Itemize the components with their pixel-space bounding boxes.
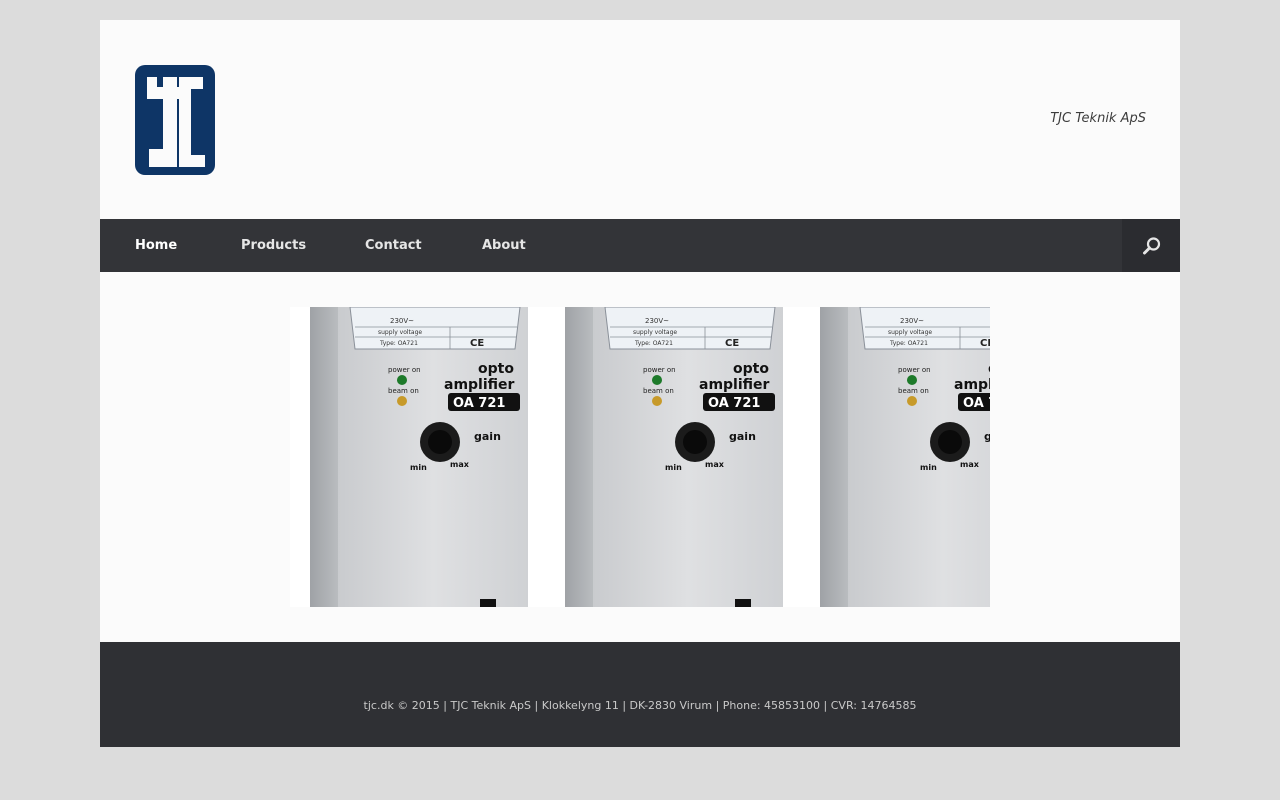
svg-text:gain: gain — [474, 430, 501, 443]
nav-item-contact[interactable]: Contact — [365, 219, 422, 272]
hero-image: 230V~ supply voltage Type: OA721 CE powe… — [290, 307, 990, 607]
site-header: TJC Teknik ApS — [100, 20, 1180, 219]
svg-text:max: max — [705, 460, 725, 469]
svg-text:CE: CE — [470, 338, 484, 349]
footer-info: tjc.dk © 2015 | TJC Teknik ApS | Klokkel… — [363, 699, 917, 712]
product-module-image: 230V~ supply voltage Type: OA721 CE powe… — [310, 307, 550, 607]
svg-text:supply voltage: supply voltage — [888, 329, 932, 336]
search-button[interactable] — [1122, 219, 1180, 272]
svg-text:max: max — [450, 460, 470, 469]
svg-text:beam on: beam on — [643, 387, 674, 395]
nav-item-home[interactable]: Home — [135, 219, 177, 272]
svg-text:opto: opto — [478, 361, 514, 377]
nav-item-about[interactable]: About — [482, 219, 526, 272]
svg-text:OA 721: OA 721 — [708, 396, 760, 411]
svg-text:beam on: beam on — [388, 387, 419, 395]
svg-text:power on: power on — [898, 366, 931, 374]
svg-text:min: min — [920, 463, 937, 472]
svg-text:min: min — [410, 463, 427, 472]
svg-text:beam on: beam on — [898, 387, 929, 395]
svg-text:Type: OA721: Type: OA721 — [634, 340, 673, 347]
svg-text:supply voltage: supply voltage — [633, 329, 677, 336]
svg-text:CE: CE — [980, 338, 990, 349]
svg-text:opto: opto — [733, 361, 769, 377]
svg-text:gain: gain — [984, 430, 990, 443]
svg-text:min: min — [665, 463, 682, 472]
svg-text:CE: CE — [725, 338, 739, 349]
svg-text:max: max — [960, 460, 980, 469]
site-tagline: TJC Teknik ApS — [1050, 111, 1146, 126]
svg-text:supply voltage: supply voltage — [378, 329, 422, 336]
page-container: TJC Teknik ApS Home Products Contact Abo… — [100, 20, 1180, 747]
site-footer: tjc.dk © 2015 | TJC Teknik ApS | Klokkel… — [100, 642, 1180, 747]
svg-text:OA 721: OA 721 — [963, 396, 990, 411]
search-icon — [1143, 237, 1161, 255]
main-content: 230V~ supply voltage Type: OA721 CE powe… — [100, 272, 1180, 642]
svg-text:power on: power on — [643, 366, 676, 374]
svg-text:Type: OA721: Type: OA721 — [379, 340, 418, 347]
svg-text:230V~: 230V~ — [645, 317, 669, 325]
nav-item-products[interactable]: Products — [241, 219, 306, 272]
svg-text:230V~: 230V~ — [390, 317, 414, 325]
svg-text:gain: gain — [729, 430, 756, 443]
svg-text:opto: opto — [988, 361, 990, 377]
svg-text:Type: OA721: Type: OA721 — [889, 340, 928, 347]
tjc-logo[interactable] — [135, 65, 215, 175]
svg-text:amplifier: amplifier — [954, 377, 990, 393]
product-module-image: 230V~ supply voltage Type: OA721 CE powe… — [565, 307, 805, 607]
svg-text:OA 721: OA 721 — [453, 396, 505, 411]
main-navigation: Home Products Contact About — [100, 219, 1180, 272]
svg-text:power on: power on — [388, 366, 421, 374]
svg-text:230V~: 230V~ — [900, 317, 924, 325]
svg-text:amplifier: amplifier — [444, 377, 515, 393]
product-module-image: 230V~ supply voltage Type: OA721 CE powe… — [820, 307, 990, 607]
svg-text:amplifier: amplifier — [699, 377, 770, 393]
